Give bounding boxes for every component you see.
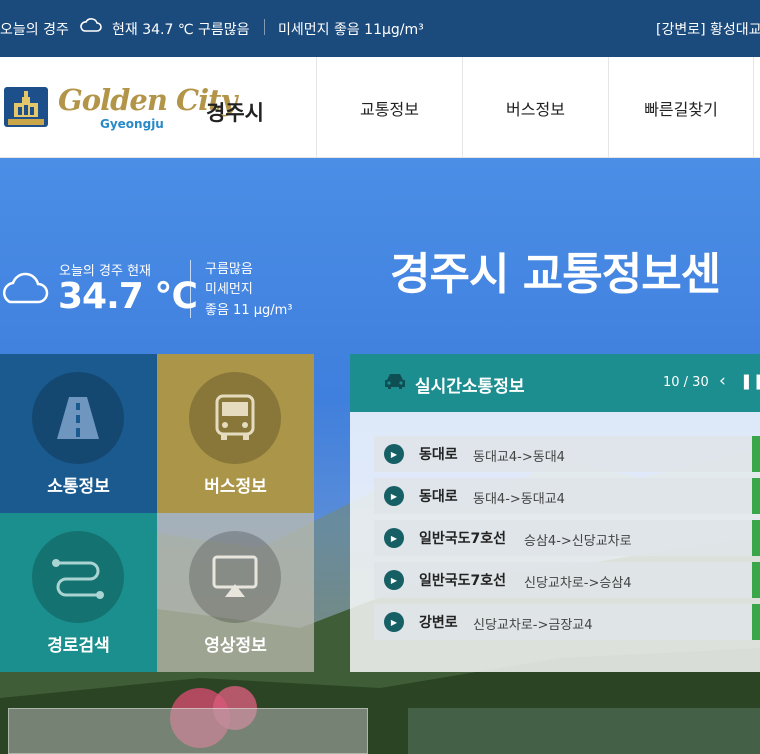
divider [190, 260, 191, 318]
status-badge [752, 436, 760, 472]
tile-route-search[interactable]: 경로검색 [0, 513, 157, 672]
traffic-row[interactable]: ▶ 동대로 동대교4->동대4 [374, 436, 760, 472]
status-badge [752, 604, 760, 640]
card-thumbnail[interactable] [8, 708, 368, 754]
bottom-cards [0, 704, 760, 754]
traffic-row[interactable]: ▶ 일반국도7호선 승삼4->신당교차로 [374, 520, 760, 556]
road-section: 신당교차로->승삼4 [524, 576, 632, 591]
road-section: 신당교차로->금장교4 [473, 618, 593, 633]
cloud-icon [3, 272, 49, 304]
play-arrow-icon: ▶ [384, 528, 404, 548]
traffic-row[interactable]: ▶ 일반국도7호선 신당교차로->승삼4 [374, 562, 760, 598]
cctv-screen-icon [189, 531, 281, 623]
top-info-bar: 오늘의 경주 현재 34.7 ℃ 구름많음 미세먼지 좋음 11μg/m³ [강… [0, 0, 760, 57]
play-arrow-icon: ▶ [384, 444, 404, 464]
road-icon [32, 372, 124, 464]
road-section: 승삼4->신당교차로 [524, 534, 632, 549]
tile-label: 소통정보 [47, 477, 110, 497]
gyeongju-emblem-icon [4, 87, 48, 127]
road-name: 동대로 [419, 447, 458, 463]
play-arrow-icon: ▶ [384, 570, 404, 590]
road-section: 동대교4->동대4 [473, 450, 565, 465]
dust-status: 미세먼지 좋음 11μg/m³ [278, 22, 424, 38]
dust-value: 좋음 11 μg/m³ [205, 303, 293, 318]
hero-section: 오늘의 경주 현재 34.7 ℃ 구름많음 미세먼지 좋음 11 μg/m³ 경… [0, 158, 760, 754]
route-icon [32, 531, 124, 623]
traffic-row[interactable]: ▶ 강변로 신당교차로->금장교4 [374, 604, 760, 640]
logo-sub-text: Gyeongju [100, 117, 164, 131]
page-counter: 10 / 30 [663, 375, 709, 390]
current-weather: 현재 34.7 ℃ 구름많음 [112, 22, 250, 38]
road-section: 동대4->동대교4 [473, 492, 565, 507]
temperature: 34.7 ℃ [58, 276, 198, 317]
logo-city-name: 경주시 [206, 101, 264, 125]
tile-label: 경로검색 [47, 636, 110, 656]
pause-icon[interactable]: ❚❚ [740, 372, 760, 390]
road-notice-ticker[interactable]: [강변로] 황성대교 [656, 19, 760, 39]
realtime-traffic-panel: 실시간소통정보 10 / 30 ‹ ❚❚ ▶ 동대로 동대교4->동대4 ▶ 동… [350, 354, 760, 672]
traffic-row[interactable]: ▶ 동대로 동대4->동대교4 [374, 478, 760, 514]
tile-bus-info[interactable]: 버스정보 [157, 354, 314, 513]
tile-label: 영상정보 [204, 636, 267, 656]
cloud-icon [80, 17, 102, 37]
tile-video-info[interactable]: 영상정보 [157, 513, 314, 672]
nav-quick-route[interactable]: 빠른길찾기 [608, 57, 754, 158]
road-name: 일반국도7호선 [419, 531, 507, 547]
divider [264, 19, 265, 35]
car-icon [384, 372, 406, 394]
status-badge [752, 520, 760, 556]
nav-traffic-info[interactable]: 교통정보 [316, 57, 462, 158]
road-name: 일반국도7호선 [419, 573, 507, 589]
road-name: 강변로 [419, 615, 458, 631]
site-logo[interactable]: Golden City Gyeongju 경주시 [0, 81, 300, 137]
card-thumbnail[interactable] [408, 708, 760, 754]
dust-label: 미세먼지 [205, 282, 253, 297]
status-badge [752, 478, 760, 514]
site-header: Golden City Gyeongju 경주시 교통정보 버스정보 빠른길찾기 [0, 57, 760, 158]
bus-icon [189, 372, 281, 464]
prev-arrow-icon[interactable]: ‹ [719, 371, 726, 391]
panel-title: 실시간소통정보 [415, 377, 525, 397]
panel-header: 실시간소통정보 10 / 30 ‹ ❚❚ [350, 354, 760, 412]
nav-bus-info[interactable]: 버스정보 [462, 57, 608, 158]
weather-condition: 구름많음 [205, 262, 253, 277]
hero-title: 경주시 교통정보센 [390, 249, 721, 300]
play-arrow-icon: ▶ [384, 612, 404, 632]
status-badge [752, 562, 760, 598]
play-arrow-icon: ▶ [384, 486, 404, 506]
tile-traffic-info[interactable]: 소통정보 [0, 354, 157, 513]
tile-label: 버스정보 [204, 477, 267, 497]
today-label: 오늘의 경주 [0, 22, 69, 38]
road-name: 동대로 [419, 489, 458, 505]
